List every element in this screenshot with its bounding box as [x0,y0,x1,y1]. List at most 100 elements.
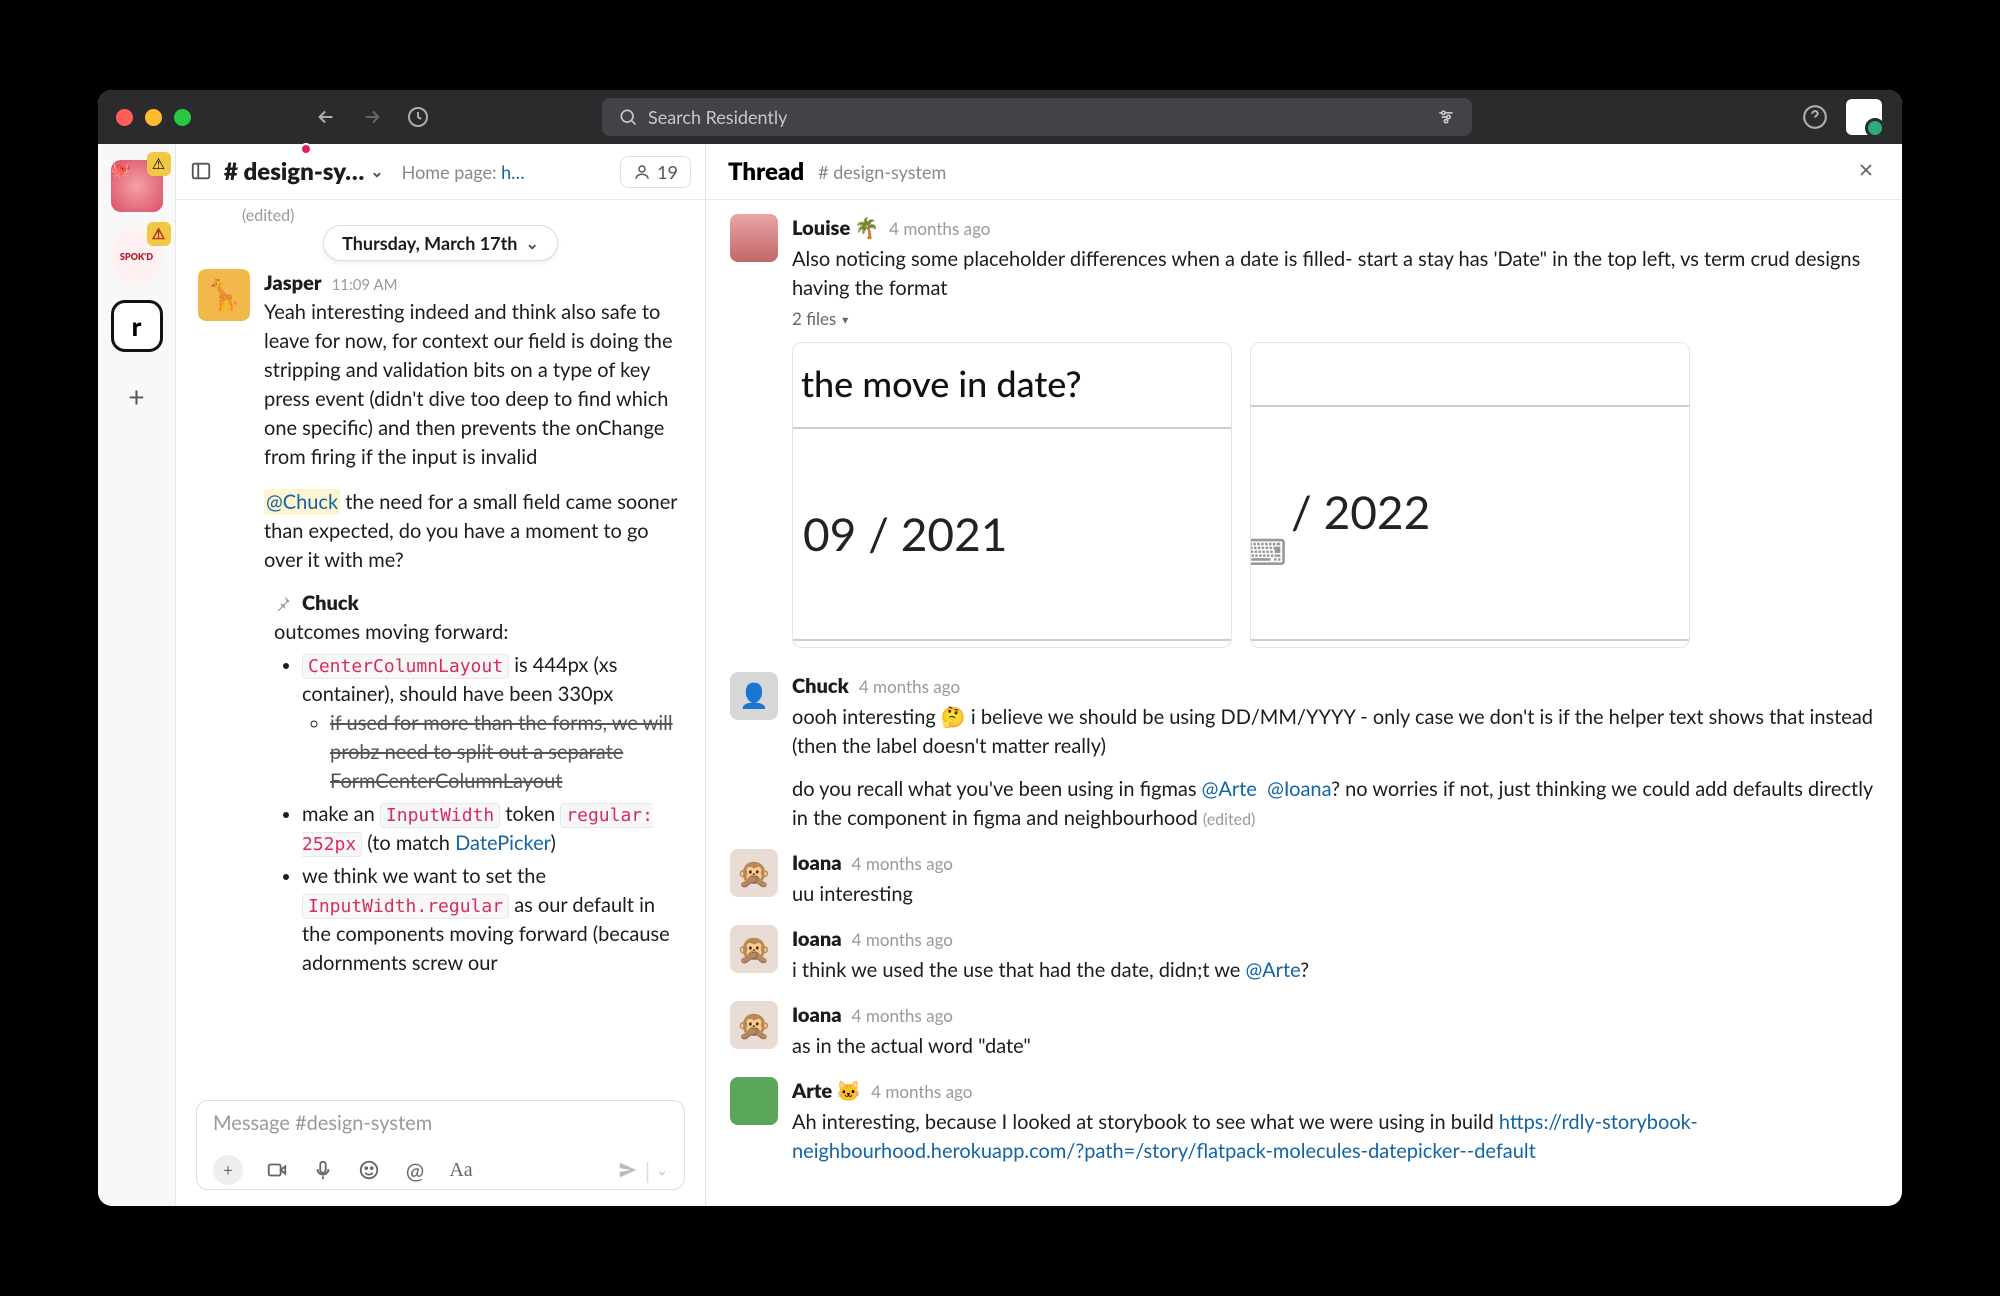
message: 🦒 Jasper 11:09 AM Yeah interesting indee… [198,269,683,982]
mention[interactable]: @Ioana [1267,777,1331,801]
nav-forward-button[interactable] [359,104,385,130]
reply-text: Ah interesting, because I looked at stor… [792,1108,1878,1166]
titlebar: Search Residently [98,90,1902,144]
attachments: the move in date? 09 / 2021 [792,342,1878,648]
panel-toggle-icon[interactable] [190,160,214,184]
date-pill[interactable]: Thursday, March 17th⌄ [323,225,558,261]
window-maximize-button[interactable] [174,109,191,126]
reply-author[interactable]: Arte [792,1077,861,1106]
send-icon[interactable] [617,1159,639,1181]
reply-author[interactable]: Ioana [792,1001,842,1030]
mention[interactable]: @Arte [1245,958,1300,982]
mention[interactable]: @Arte [1202,777,1257,801]
avatar[interactable]: 🙊 [730,849,778,897]
help-button[interactable] [1802,104,1828,130]
avatar[interactable]: 🙊 [730,1001,778,1049]
video-icon[interactable] [265,1158,289,1182]
workspace-button-active[interactable]: r [111,300,163,352]
reply-author[interactable]: Ioana [792,849,842,878]
reply-author[interactable]: Louise [792,214,879,243]
window-close-button[interactable] [116,109,133,126]
channel-header: # design-sy… ⌄ Home page: h… 19 [176,144,705,200]
main-area: 🐙⚠ SPOK'D⚠ r + # design-sy… ⌄ Home page:… [98,144,1902,1206]
channel-topic[interactable]: Home page: h… [402,161,525,183]
avatar[interactable]: 🦒 [198,269,250,321]
workspace-button[interactable]: 🐙⚠ [111,160,163,212]
edited-tag: (edited) [1203,810,1255,829]
message-text: @Chuck the need for a small field came s… [264,488,683,575]
history-button[interactable] [405,104,431,130]
reply-time: 4 months ago [871,1080,972,1105]
thread-messages[interactable]: Louise 4 months ago Also noticing some p… [706,200,1902,1206]
add-workspace-button[interactable]: + [117,376,157,416]
files-toggle[interactable]: 2 files ▾ [792,307,1878,332]
channel-name-button[interactable]: # design-sy… ⌄ [224,157,384,186]
window-minimize-button[interactable] [145,109,162,126]
attachment-image[interactable]: ⌨ / 2022 [1250,342,1690,648]
reply-time: 4 months ago [859,675,960,700]
traffic-lights [116,109,191,126]
avatar[interactable]: 👤 [730,672,778,720]
user-avatar[interactable] [1846,99,1882,135]
search-placeholder: Search Residently [648,106,787,128]
quoted-intro: outcomes moving forward: [274,618,683,647]
close-button[interactable] [1856,160,1880,184]
quoted-block: Chuck outcomes moving forward: CenterCol… [264,589,683,978]
channel-messages[interactable]: (edited) Thursday, March 17th⌄ 🦒 Jasper … [176,200,705,1088]
members-button[interactable]: 19 [620,156,691,188]
thread-header: Thread # design-system [706,144,1902,200]
filter-icon[interactable] [1436,107,1456,127]
workspace-button[interactable]: SPOK'D⚠ [111,230,163,282]
mention[interactable]: @Chuck [264,489,340,515]
thread-channel[interactable]: # design-system [818,161,946,183]
quoted-author[interactable]: Chuck [274,589,683,618]
avatar[interactable] [730,1077,778,1125]
reply-time: 4 months ago [852,1004,953,1029]
thread-pane: Thread # design-system Louise 4 months a… [706,144,1902,1206]
chevron-down-icon[interactable]: ⌄ [656,1161,668,1179]
message-text: Yeah interesting indeed and think also s… [264,298,683,472]
reply-text: do you recall what you've been using in … [792,775,1878,833]
reply: 👤 Chuck 4 months ago oooh interesting i … [730,672,1878,833]
code-inline: CenterColumnLayout [302,654,509,679]
message-author[interactable]: Jasper [264,269,322,298]
format-icon[interactable]: Aa [449,1158,473,1182]
reply-text: uu interesting [792,880,1878,909]
attachment-image[interactable]: the move in date? 09 / 2021 [792,342,1232,648]
composer-placeholder: Message #design-system [213,1111,668,1149]
message-body: Jasper 11:09 AM Yeah interesting indeed … [264,269,683,982]
thread-title: Thread [728,157,804,186]
titlebar-right [1802,99,1882,135]
unread-indicator [300,143,312,155]
history-controls [313,104,431,130]
search-icon [618,107,638,127]
app-window: Search Residently 🐙⚠ SPOK'D⚠ r + # desig… [98,90,1902,1206]
reply: 🙊 Ioana 4 months ago as in the actual wor… [730,1001,1878,1061]
reply-text: as in the actual word "date" [792,1032,1878,1061]
avatar[interactable]: 🙊 [730,925,778,973]
mention-icon[interactable]: @ [403,1158,427,1182]
reply: Louise 4 months ago Also noticing some p… [730,214,1878,648]
reply-author[interactable]: Ioana [792,925,842,954]
bullet-list: CenterColumnLayout is 444px (xs containe… [302,651,683,978]
send-controls: | ⌄ [617,1157,668,1184]
emoji-icon[interactable] [357,1158,381,1182]
list-item: if used for more than the forms, we will… [330,709,683,796]
person-icon [633,163,651,181]
reply-text: oooh interesting i believe we should be … [792,703,1878,761]
attach-button[interactable]: + [213,1155,243,1185]
link[interactable]: DatePicker [455,831,550,855]
reply-text: i think we used the use that had the dat… [792,956,1878,985]
workspace-rail: 🐙⚠ SPOK'D⚠ r + [98,144,176,1206]
notification-badge: ⚠ [147,152,171,176]
reply-author[interactable]: Chuck [792,672,849,701]
pin-icon [274,594,294,614]
reply-text: Also noticing some placeholder differenc… [792,245,1878,303]
search-input[interactable]: Search Residently [602,98,1472,136]
reply-time: 4 months ago [889,217,990,242]
nav-back-button[interactable] [313,104,339,130]
message-time: 11:09 AM [332,275,398,297]
message-composer[interactable]: Message #design-system + @ Aa | ⌄ [196,1100,685,1190]
avatar[interactable] [730,214,778,262]
mic-icon[interactable] [311,1158,335,1182]
